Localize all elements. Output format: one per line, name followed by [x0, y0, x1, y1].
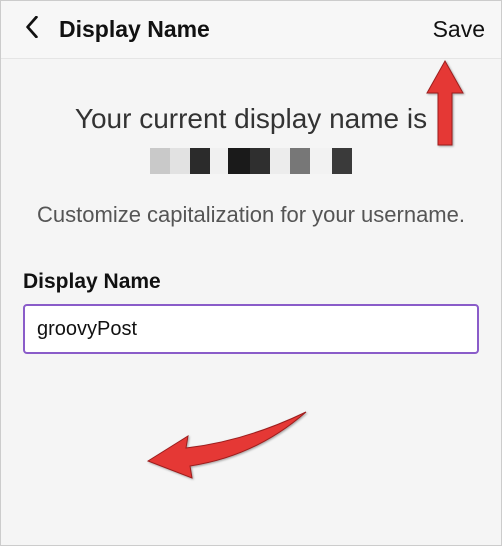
input-wrapper	[23, 304, 479, 354]
back-button[interactable]	[15, 13, 49, 47]
display-name-field-block: Display Name	[23, 270, 479, 354]
display-name-input[interactable]	[23, 304, 479, 354]
display-name-label: Display Name	[23, 270, 479, 294]
header-bar: Display Name Save	[1, 1, 501, 59]
chevron-left-icon	[25, 16, 39, 43]
current-name-redacted	[23, 148, 479, 174]
page-title: Display Name	[59, 16, 431, 43]
annotation-arrow-input-icon	[146, 406, 316, 491]
annotation-arrow-save-icon	[424, 59, 466, 154]
current-name-intro: Your current display name is	[23, 99, 479, 140]
save-button[interactable]: Save	[431, 12, 487, 47]
subtitle-text: Customize capitalization for your userna…	[23, 200, 479, 231]
